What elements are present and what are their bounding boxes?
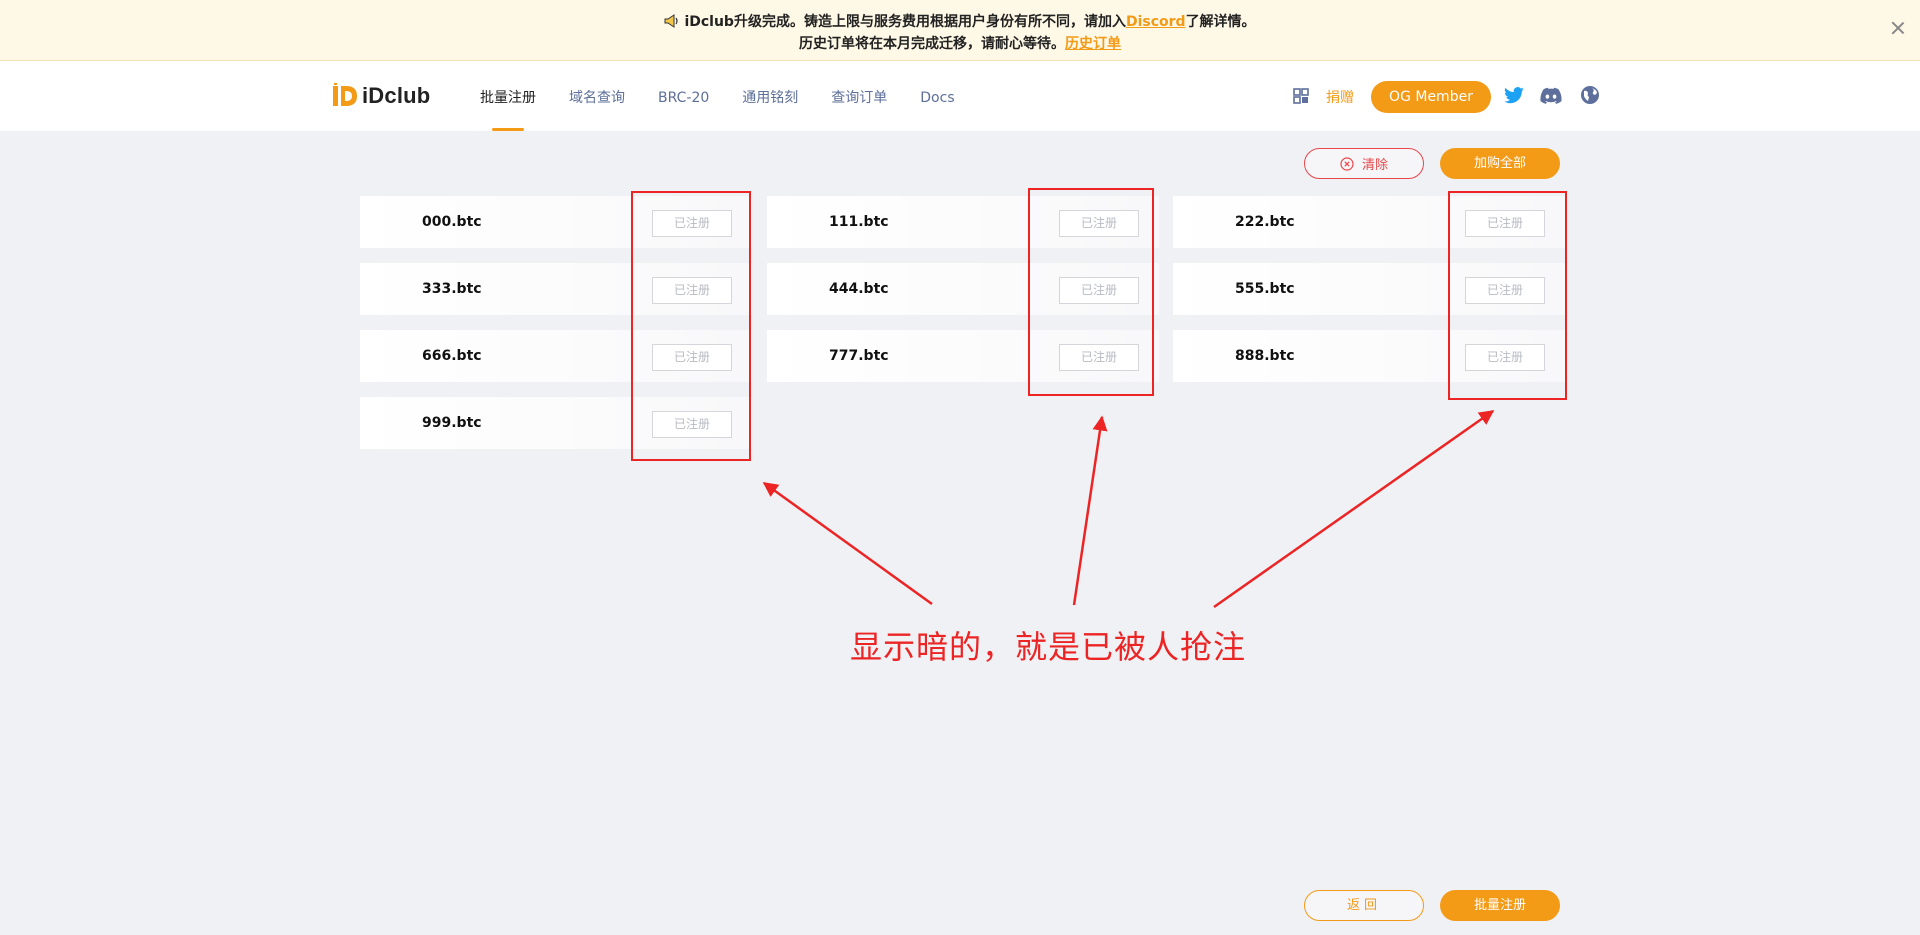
megaphone-icon — [664, 14, 679, 28]
history-orders-link[interactable]: 历史订单 — [1065, 36, 1121, 52]
nav-domain-search[interactable]: 域名查询 — [569, 61, 625, 131]
annotation-box-col2 — [1028, 188, 1154, 396]
back-button[interactable]: 返回 — [1304, 890, 1424, 921]
domain-name: 555.btc — [1235, 281, 1295, 297]
clear-button-label: 清除 — [1361, 158, 1388, 173]
clear-button[interactable]: 清除 — [1304, 148, 1424, 179]
nav-brc20[interactable]: BRC-20 — [658, 61, 709, 131]
domain-name: 000.btc — [422, 214, 482, 230]
top-header: iDclub 批量注册 域名查询 BRC-20 通用铭刻 查询订单 Docs 捐… — [0, 61, 1920, 131]
nav-docs[interactable]: Docs — [920, 61, 954, 131]
annotation-box-col1 — [631, 191, 751, 461]
logo-text: iDclub — [362, 83, 431, 108]
nav-query-orders[interactable]: 查询订单 — [831, 61, 887, 131]
domain-name: 333.btc — [422, 281, 482, 297]
grid-icon[interactable] — [1293, 88, 1309, 104]
logo[interactable]: iDclub — [332, 83, 430, 109]
close-circle-icon — [1340, 156, 1354, 171]
main-nav: 批量注册 域名查询 BRC-20 通用铭刻 查询订单 Docs — [480, 61, 988, 131]
twitter-icon[interactable] — [1503, 87, 1525, 105]
discord-icon[interactable] — [1540, 87, 1562, 105]
domain-name: 111.btc — [829, 214, 889, 230]
domain-name: 777.btc — [829, 348, 889, 364]
domain-name: 444.btc — [829, 281, 889, 297]
announcement-text-suffix: 了解详情。 — [1185, 14, 1256, 30]
discord-link[interactable]: Discord — [1126, 14, 1186, 30]
announcement-line-1: iDclub升级完成。铸造上限与服务费用根据用户身份有所不同，请加入Discor… — [0, 11, 1920, 31]
nav-general-inscribe[interactable]: 通用铭刻 — [742, 61, 798, 131]
add-all-button[interactable]: 加购全部 — [1440, 148, 1560, 179]
announcement-bar: iDclub升级完成。铸造上限与服务费用根据用户身份有所不同，请加入Discor… — [0, 0, 1920, 61]
domain-name: 888.btc — [1235, 348, 1295, 364]
arrow-to-col3 — [1213, 409, 1495, 609]
domain-name: 666.btc — [422, 348, 482, 364]
arrow-to-col1 — [762, 481, 933, 606]
announcement-text-2: 历史订单将在本月完成迁移，请耐心等待。 — [799, 36, 1065, 52]
donate-link[interactable]: 捐赠 — [1326, 87, 1354, 107]
close-icon[interactable] — [1890, 20, 1906, 36]
annotation-box-col3 — [1448, 191, 1567, 400]
arrow-to-col2 — [1072, 415, 1108, 606]
annotation-arrows — [762, 409, 1495, 609]
domain-name: 999.btc — [422, 415, 482, 431]
og-member-button[interactable]: OG Member — [1371, 81, 1491, 113]
announcement-text: iDclub升级完成。铸造上限与服务费用根据用户身份有所不同，请加入 — [684, 14, 1126, 30]
batch-register-button[interactable]: 批量注册 — [1440, 890, 1560, 921]
globe-icon[interactable] — [1580, 85, 1600, 105]
logo-mark-icon — [333, 83, 357, 106]
domain-name: 222.btc — [1235, 214, 1295, 230]
announcement-line-2: 历史订单将在本月完成迁移，请耐心等待。历史订单 — [0, 33, 1920, 53]
nav-batch-register[interactable]: 批量注册 — [480, 61, 536, 131]
annotation-note: 显示暗的，就是已被人抢注 — [850, 628, 1247, 666]
